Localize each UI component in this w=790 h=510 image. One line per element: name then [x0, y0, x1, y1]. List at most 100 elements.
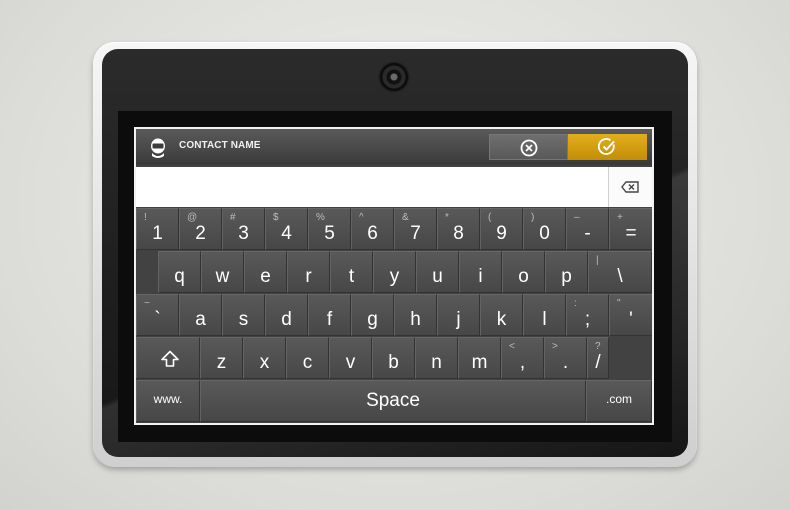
key[interactable]: r [287, 251, 330, 293]
person-icon [151, 138, 165, 158]
key[interactable]: k [480, 294, 523, 336]
key-label: o [518, 266, 529, 287]
key-alt-label: ) [531, 212, 535, 223]
key-label: 5 [324, 223, 335, 244]
dotcom-key[interactable]: .com [586, 380, 652, 422]
key[interactable]: & 7 [394, 208, 437, 250]
key[interactable]: l [523, 294, 566, 336]
key[interactable]: >. [544, 337, 587, 379]
backspace-button[interactable] [608, 167, 652, 207]
key[interactable]: t [330, 251, 373, 293]
key[interactable]: e [244, 251, 287, 293]
key-label: s [238, 309, 249, 330]
cancel-button[interactable] [489, 134, 568, 160]
key-label: d [281, 309, 292, 330]
www-key[interactable]: www. [136, 380, 200, 422]
key-alt-label: ~ [144, 298, 150, 309]
key-label: ; [584, 309, 591, 330]
key[interactable]: j [437, 294, 480, 336]
key[interactable]: g [351, 294, 394, 336]
key-alt-label: & [402, 212, 409, 223]
key[interactable]: <, [501, 337, 544, 379]
key-label: p [561, 266, 572, 287]
key[interactable]: d [265, 294, 308, 336]
key[interactable]: * 8 [437, 208, 480, 250]
key-alt-label: % [316, 212, 325, 223]
key-label: 3 [238, 223, 249, 244]
keyboard-row-numbers: ! 1 @2 #3 $4% 5 ^ 6 & 7 * 8(9) 0– - + = [136, 208, 652, 250]
key[interactable]: ? / [587, 337, 609, 379]
key[interactable]: " ' [609, 294, 652, 336]
key-label: n [431, 352, 442, 373]
key[interactable]: y [373, 251, 416, 293]
contact-name-input[interactable] [136, 167, 608, 207]
key-label: g [367, 309, 378, 330]
keyboard-dialog: CONTACT NAME ! 1 @2 #3 $4% 5 ^ 6 & 7 * 8(9) 0– - + = qw… [134, 127, 654, 425]
key[interactable]: $4 [265, 208, 308, 250]
key-alt-label: > [552, 341, 558, 352]
input-row [136, 167, 652, 207]
key-label: / [595, 352, 601, 373]
key-label: . [562, 352, 569, 373]
key-label: m [471, 352, 488, 373]
key[interactable]: @2 [179, 208, 222, 250]
key[interactable]: h [394, 294, 437, 336]
key[interactable]: ~ ` [136, 294, 179, 336]
key[interactable]: w [201, 251, 244, 293]
key-alt-label: ! [144, 212, 147, 223]
key[interactable]: b [372, 337, 415, 379]
key[interactable]: ^ 6 [351, 208, 394, 250]
key-label: 4 [281, 223, 292, 244]
key[interactable]: v [329, 337, 372, 379]
key-label: t [348, 266, 355, 287]
confirm-button[interactable] [568, 134, 647, 160]
key[interactable]: x [243, 337, 286, 379]
key[interactable]: z [200, 337, 243, 379]
key[interactable]: i [459, 251, 502, 293]
key[interactable]: ) 0 [523, 208, 566, 250]
key-label: - [584, 223, 591, 244]
key-label: v [345, 352, 356, 373]
space-key[interactable]: Space [200, 380, 586, 422]
key[interactable]: a [179, 294, 222, 336]
key-alt-label: + [617, 212, 623, 223]
key-label: 6 [367, 223, 378, 244]
key[interactable]: c [286, 337, 329, 379]
key-label: y [389, 266, 400, 287]
key-label: a [195, 309, 206, 330]
key-label: l [542, 309, 547, 330]
key-label: 9 [496, 223, 507, 244]
backspace-icon [621, 181, 639, 193]
key-alt-label: # [230, 212, 236, 223]
key[interactable]: ! 1 [136, 208, 179, 250]
key[interactable]: – - [566, 208, 609, 250]
key[interactable]: o [502, 251, 545, 293]
key[interactable]: #3 [222, 208, 265, 250]
key-alt-label: ? [595, 341, 601, 352]
key-label: r [305, 266, 312, 287]
key[interactable]: m [458, 337, 501, 379]
key[interactable]: q [158, 251, 201, 293]
key[interactable]: | \ [588, 251, 652, 293]
key-label: k [496, 309, 507, 330]
key-alt-label: @ [187, 212, 198, 223]
key-alt-label: * [445, 212, 449, 223]
dotcom-key-label: .com [605, 392, 632, 406]
key[interactable]: :; [566, 294, 609, 336]
key[interactable]: p [545, 251, 588, 293]
key-label: u [432, 266, 443, 287]
key-alt-label: – [574, 212, 580, 223]
key-label: h [410, 309, 421, 330]
key[interactable]: (9 [480, 208, 523, 250]
key-label: ' [629, 309, 633, 330]
shift-key[interactable] [136, 337, 200, 379]
key-label: 7 [410, 223, 421, 244]
key[interactable]: u [416, 251, 459, 293]
key[interactable]: n [415, 337, 458, 379]
keyboard-row-qwerty: q w e r t y u i o p | \ [136, 251, 652, 293]
key[interactable]: + = [609, 208, 652, 250]
key[interactable]: % 5 [308, 208, 351, 250]
key-alt-label: ( [488, 212, 492, 223]
key[interactable]: f [308, 294, 351, 336]
key[interactable]: s [222, 294, 265, 336]
